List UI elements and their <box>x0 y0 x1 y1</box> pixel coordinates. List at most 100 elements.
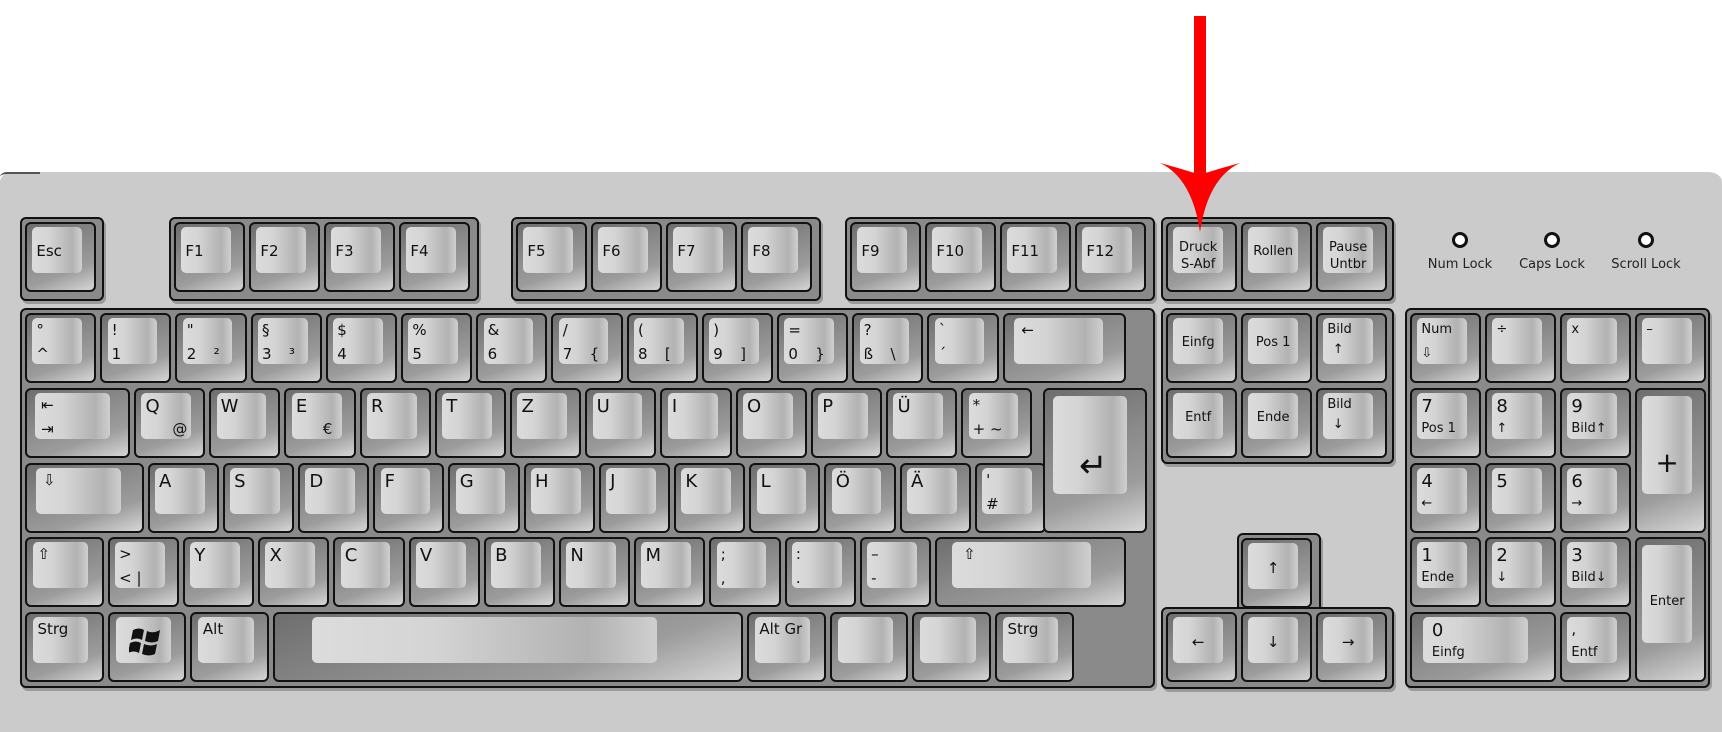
key-label: { <box>589 344 600 363</box>
numpad-key-blank[interactable]: ÷ <box>1485 313 1556 383</box>
key-left-ctrl[interactable]: Strg <box>25 612 104 682</box>
key-z[interactable]: Z <box>510 388 582 458</box>
numpad-key-num[interactable]: Num ⇩ <box>1410 313 1481 383</box>
key-i[interactable]: I <box>660 388 732 458</box>
key-backspace[interactable]: ← <box>1002 313 1127 383</box>
numpad-key-enter[interactable]: Enter <box>1635 537 1706 682</box>
key-v[interactable]: V <box>408 537 480 607</box>
key-blank[interactable]: (8 [ <box>626 313 698 383</box>
key-a[interactable]: A <box>147 463 219 533</box>
key-f[interactable]: F <box>373 463 445 533</box>
key-left-shift[interactable]: ⇧ <box>25 537 104 607</box>
key-label: \ <box>890 344 896 363</box>
key-r[interactable]: R <box>359 388 431 458</box>
key-entf[interactable]: Entf <box>1166 388 1237 458</box>
key-d[interactable]: D <box>297 463 370 533</box>
key-bild-down[interactable]: Bild ↓ <box>1316 388 1387 458</box>
key-m[interactable]: M <box>634 537 706 607</box>
key-ö[interactable]: Ö <box>824 463 896 533</box>
numpad-key-blank[interactable]: – <box>1635 313 1706 383</box>
key-tab[interactable]: ⇤ ⇥ <box>25 388 131 458</box>
key-enter[interactable]: ↵ <box>1043 388 1147 533</box>
key-blank[interactable]: ° ^ <box>25 313 97 383</box>
key-label: ` <box>938 320 947 339</box>
key-ä[interactable]: Ä <box>899 463 971 533</box>
numpad-key-plus[interactable]: + <box>1635 388 1706 533</box>
key-u[interactable]: U <box>585 388 657 458</box>
key-y[interactable]: Y <box>182 537 255 607</box>
key-blank[interactable]: ? ß \ <box>852 313 924 383</box>
key-label: Ende <box>1421 569 1455 585</box>
key-arrow-right[interactable]: → <box>1316 612 1387 682</box>
key-blank[interactable]: $4 <box>325 313 397 383</box>
numpad-key-8[interactable]: 8 ↑ <box>1485 388 1556 458</box>
numpad-key-5[interactable]: 5 <box>1485 463 1556 533</box>
key-arrow-down[interactable]: ↓ <box>1241 612 1312 682</box>
keycap-face <box>312 616 658 663</box>
key-c[interactable]: C <box>333 537 405 607</box>
key-blank[interactable]: ` ´ <box>927 313 999 383</box>
key-l[interactable]: L <box>749 463 821 533</box>
key-k[interactable]: K <box>673 463 746 533</box>
key-arrow-up[interactable]: ↑ <box>1241 538 1312 608</box>
key-alt-gr[interactable]: Alt Gr <box>746 612 826 682</box>
numpad-key-9[interactable]: 9 Bild↑ <box>1560 388 1631 458</box>
key-label: W <box>220 395 239 417</box>
numpad-key-comma[interactable]: , Entf <box>1560 612 1631 682</box>
key-p[interactable]: P <box>810 388 883 458</box>
numpad-key-3[interactable]: 3 Bild↓ <box>1560 537 1631 607</box>
key-alt[interactable]: Alt <box>190 612 270 682</box>
numpad-key-0[interactable]: 0 Einfg <box>1410 612 1556 682</box>
key-j[interactable]: J <box>598 463 670 533</box>
key-space[interactable] <box>273 612 743 682</box>
key-label: P <box>822 395 834 417</box>
key-blank[interactable]: ! 1 <box>100 313 172 383</box>
key-label-bottom: ↓ <box>1332 416 1344 432</box>
key-blank[interactable]: % 5 <box>401 313 473 383</box>
key-s[interactable]: S <box>222 463 294 533</box>
key-x[interactable]: X <box>258 537 330 607</box>
key-arrow-left[interactable]: ← <box>1166 612 1237 682</box>
key-right-shift[interactable]: ⇧ <box>934 537 1127 607</box>
key-blank[interactable]: – - <box>859 537 931 607</box>
key-blank[interactable]: § 3 ³ <box>250 313 322 383</box>
key-blank[interactable]: / 7 { <box>551 313 623 383</box>
key-b[interactable]: B <box>483 537 555 607</box>
key-w[interactable]: W <box>209 388 281 458</box>
key-pos-1[interactable]: Pos 1 <box>1241 313 1312 383</box>
key-blank[interactable]: :. <box>784 537 856 607</box>
key-blank[interactable]: ' # <box>974 463 1046 533</box>
key-bild-up[interactable]: Bild ↑ <box>1316 313 1387 383</box>
key-n[interactable]: N <box>558 537 631 607</box>
numpad-key-4[interactable]: 4 ← <box>1410 463 1481 533</box>
key-label: → <box>1571 495 1583 511</box>
numpad-key-2[interactable]: 2 ↓ <box>1485 537 1556 607</box>
key-menu[interactable] <box>912 612 992 682</box>
key-blank[interactable]: ;, <box>709 537 781 607</box>
key-blank[interactable]: * + ~ <box>961 388 1033 458</box>
key-blank[interactable]: ) 9] <box>701 313 773 383</box>
key-blank[interactable]: " 2 ² <box>175 313 247 383</box>
key-label: # <box>986 494 999 513</box>
key-right-ctrl[interactable]: Strg <box>995 612 1074 682</box>
key-blank[interactable]: = 0} <box>777 313 849 383</box>
key-q[interactable]: Q @ <box>134 388 206 458</box>
numpad-key-x[interactable]: x <box>1560 313 1631 383</box>
key-t[interactable]: T <box>434 388 507 458</box>
key-blank[interactable]: > < | <box>107 537 179 607</box>
key-right-windows[interactable] <box>829 612 909 682</box>
key-o[interactable]: O <box>735 388 807 458</box>
key-label: € <box>322 419 333 438</box>
key-windows[interactable] <box>107 612 187 682</box>
numpad-key-1[interactable]: 1 Ende <box>1410 537 1481 607</box>
numpad-key-7[interactable]: 7 Pos 1 <box>1410 388 1481 458</box>
key-g[interactable]: G <box>448 463 520 533</box>
key-einfg[interactable]: Einfg <box>1166 313 1237 383</box>
key-ü[interactable]: Ü <box>886 388 958 458</box>
key-e[interactable]: E € <box>284 388 356 458</box>
numpad-key-6[interactable]: 6 → <box>1560 463 1631 533</box>
key-caps-lock[interactable]: ⇩ <box>25 463 144 533</box>
key-h[interactable]: H <box>523 463 595 533</box>
key-blank[interactable]: & 6 <box>476 313 548 383</box>
key-ende[interactable]: Ende <box>1241 388 1312 458</box>
